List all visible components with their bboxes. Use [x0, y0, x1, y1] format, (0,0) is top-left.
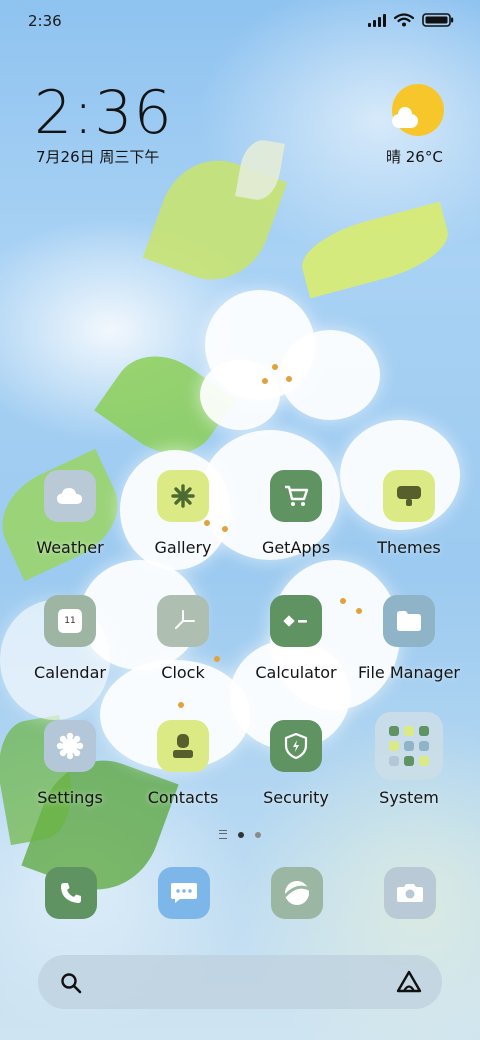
app-system-folder[interactable]: System — [354, 712, 464, 807]
app-themes[interactable]: Themes — [354, 470, 464, 557]
app-calendar[interactable]: 11 Calendar — [15, 595, 125, 682]
clock-icon — [157, 595, 209, 647]
app-settings[interactable]: Settings — [15, 720, 125, 807]
app-label: Settings — [37, 788, 103, 807]
message-icon[interactable] — [158, 867, 210, 919]
brush-icon — [383, 470, 435, 522]
app-label: Clock — [161, 663, 205, 682]
folder-icon — [383, 595, 435, 647]
calendar-day: 11 — [58, 609, 82, 633]
folder-grid-icon — [375, 712, 443, 780]
clock-widget-date[interactable]: 7月26日 周三下午 — [36, 146, 159, 167]
app-clock[interactable]: Clock — [128, 595, 238, 682]
page-menu-icon — [219, 830, 227, 839]
page-indicator[interactable] — [0, 830, 480, 839]
status-time: 2:36 — [28, 12, 62, 30]
app-label: Calendar — [34, 663, 106, 682]
signal-icon — [368, 13, 386, 27]
app-weather[interactable]: Weather — [15, 470, 125, 557]
browser-icon[interactable] — [271, 867, 323, 919]
search-bar[interactable] — [38, 955, 442, 1009]
flower-icon — [157, 470, 209, 522]
assistant-icon[interactable] — [396, 970, 422, 994]
app-label: System — [379, 788, 439, 807]
cloud-icon — [392, 107, 418, 128]
app-calculator[interactable]: Calculator — [241, 595, 351, 682]
person-icon — [157, 720, 209, 772]
camera-icon[interactable] — [384, 867, 436, 919]
cart-icon — [270, 470, 322, 522]
gear-icon — [44, 720, 96, 772]
calendar-icon: 11 — [44, 595, 96, 647]
app-getapps[interactable]: GetApps — [241, 470, 351, 557]
app-security[interactable]: Security — [241, 720, 351, 807]
app-label: Security — [263, 788, 329, 807]
battery-icon — [422, 13, 454, 27]
app-label: Themes — [377, 538, 441, 557]
app-label: Contacts — [147, 788, 219, 807]
weather-condition: 晴 26°C — [386, 148, 443, 166]
page-dot-active — [238, 831, 244, 838]
app-contacts[interactable]: Contacts — [128, 720, 238, 807]
page-dot — [255, 831, 261, 838]
search-icon — [61, 973, 82, 994]
wifi-icon — [394, 13, 414, 27]
app-label: File Manager — [358, 663, 460, 682]
phone-icon[interactable] — [45, 867, 97, 919]
app-file-manager[interactable]: File Manager — [354, 595, 464, 682]
calculator-icon — [270, 595, 322, 647]
app-label: Gallery — [154, 538, 212, 557]
app-label: Weather — [36, 538, 104, 557]
clock-widget-time[interactable]: 2:36 — [34, 78, 173, 148]
cloud-icon — [44, 470, 96, 522]
app-label: GetApps — [261, 538, 331, 557]
status-bar: 2:36 — [0, 0, 480, 42]
status-icons — [368, 13, 454, 27]
app-label: Calculator — [255, 663, 337, 682]
shield-icon — [270, 720, 322, 772]
app-gallery[interactable]: Gallery — [128, 470, 238, 557]
